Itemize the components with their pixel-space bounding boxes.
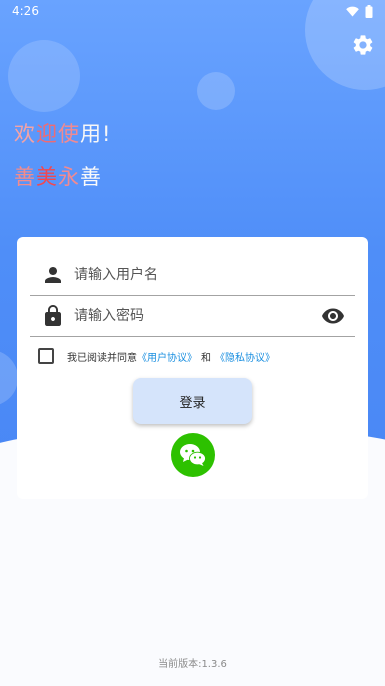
welcome-char: 使 [58,122,80,146]
status-time: 4:26 [12,4,39,18]
welcome-char: 用 [80,122,102,146]
status-icons [346,4,373,18]
gear-icon [353,35,373,55]
wechat-icon [180,444,206,466]
person-icon [45,267,61,283]
slogan-title: 善美永善 [14,161,102,191]
password-input[interactable] [72,300,321,332]
password-field [30,296,355,337]
slogan-char: 永 [58,165,80,189]
agree-checkbox[interactable] [38,348,54,364]
eye-icon[interactable] [321,304,345,328]
username-input[interactable] [72,259,355,291]
lock-icon [45,305,61,326]
and-text: 和 [201,352,211,364]
decor-bubble [0,350,18,406]
user-agreement-link[interactable]: 《用户协议》 [137,349,197,364]
decor-bubble [197,72,235,110]
decor-bubble [8,40,80,112]
slogan-char: 善 [80,165,102,189]
login-button[interactable]: 登录 [133,378,252,424]
privacy-agreement-link[interactable]: 《隐私协议》 [215,349,275,364]
slogan-char: 美 [36,165,58,189]
status-bar: 4:26 [0,0,385,22]
welcome-title: 欢迎使用! [14,118,111,148]
settings-button[interactable] [351,33,375,57]
wifi-icon [346,6,359,16]
welcome-char: 迎 [36,122,58,146]
agreement-row: 我已阅读并同意 《用户协议》 和 《隐私协议》 [38,348,275,364]
slogan-char: 善 [14,165,36,189]
welcome-char: 欢 [14,122,36,146]
wechat-login-button[interactable] [171,433,215,477]
welcome-char: ! [102,122,112,146]
version-text: 当前版本:1.3.6 [158,659,227,670]
battery-icon [365,4,373,18]
login-card: 我已阅读并同意 《用户协议》 和 《隐私协议》 登录 [17,237,368,499]
agree-text: 我已阅读并同意 [67,352,137,364]
username-field [30,255,355,296]
